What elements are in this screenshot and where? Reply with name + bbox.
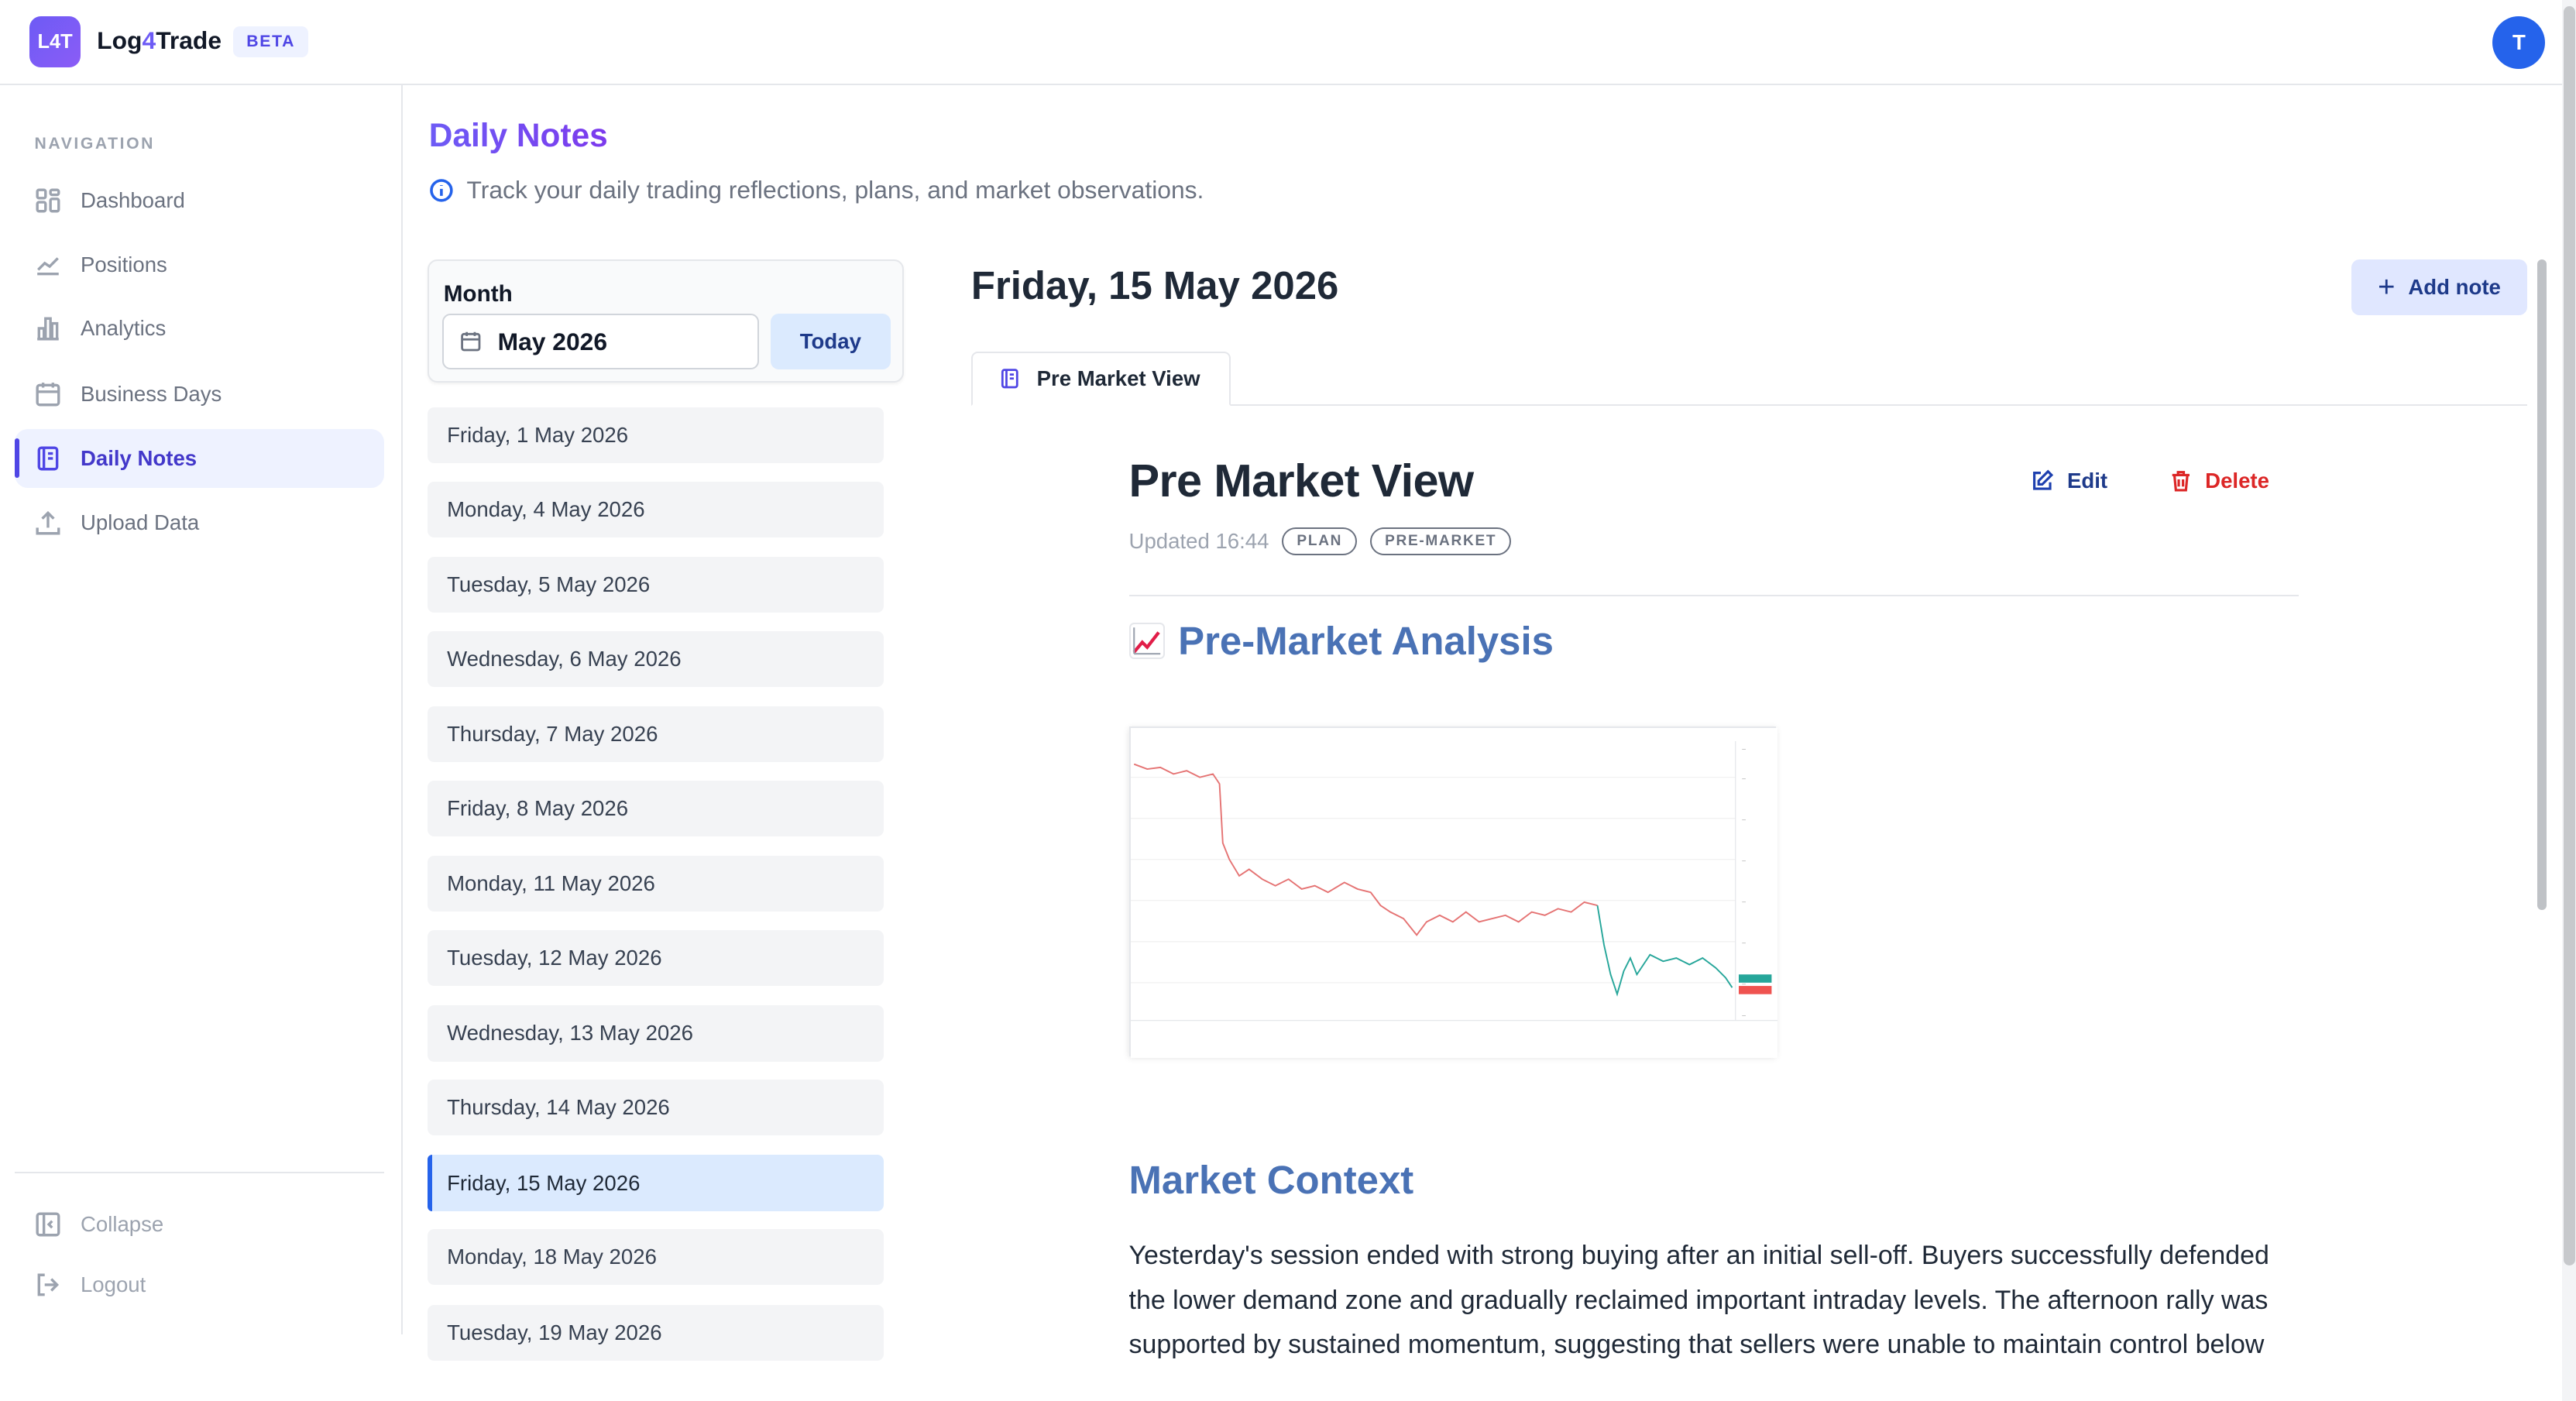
brand-name[interactable]: Log4Trade [97, 26, 222, 55]
tag-plan: PLAN [1282, 527, 1358, 556]
brand-four: 4 [142, 26, 156, 54]
tab-pre-market-view[interactable]: Pre Market View [970, 352, 1231, 407]
svg-text:–: – [1742, 774, 1746, 782]
logout-button[interactable]: Logout [15, 1255, 384, 1314]
edit-button[interactable]: Edit [2031, 469, 2107, 493]
plus-icon: + [2378, 270, 2396, 304]
sidebar-item-business-days[interactable]: Business Days [15, 365, 384, 424]
bar-chart-icon [36, 317, 59, 341]
top-bar: L4T Log4Trade BETA T [0, 0, 2576, 86]
svg-text:–: – [1742, 939, 1746, 946]
today-button[interactable]: Today [770, 314, 891, 370]
sidebar-item-dashboard[interactable]: Dashboard [15, 171, 384, 230]
user-avatar[interactable]: T [2492, 16, 2546, 70]
page-subtitle-text: Track your daily trading reflections, pl… [466, 176, 1204, 204]
month-picker-card: Month May 2026 Today [427, 259, 904, 383]
sidebar-item-label: Daily Notes [80, 445, 197, 470]
sidebar-item-analytics[interactable]: Analytics [15, 299, 384, 358]
note-body-text: Yesterday's session ended with strong bu… [1128, 1241, 2269, 1359]
calendar-icon [460, 332, 481, 352]
sidebar-item-daily-notes[interactable]: Daily Notes [15, 428, 385, 489]
calendar-icon [36, 383, 60, 407]
sidebar: NAVIGATION Dashboard Positions Analytics… [0, 85, 403, 1334]
tag-pre-market: PRE-MARKET [1370, 527, 1512, 556]
collapse-label: Collapse [80, 1211, 164, 1236]
heading-market-context: Market Context [1129, 1157, 1414, 1203]
month-label: Month [443, 280, 513, 307]
svg-text:–: – [1742, 816, 1746, 823]
date-item[interactable]: Tuesday, 19 May 2026 [427, 1304, 884, 1361]
add-note-button[interactable]: + Add note [2351, 259, 2527, 316]
upload-icon [36, 510, 60, 535]
sidebar-item-positions[interactable]: Positions [15, 235, 384, 294]
notebook-icon [37, 446, 58, 471]
heading-text: Market Context [1128, 1157, 1414, 1202]
line-chart-icon [36, 256, 59, 275]
date-item[interactable]: Friday, 8 May 2026 [427, 780, 884, 836]
svg-text:–: – [1742, 898, 1746, 905]
logout-icon [37, 1273, 59, 1296]
date-item[interactable]: Tuesday, 12 May 2026 [427, 929, 884, 986]
trash-icon [2172, 470, 2190, 492]
page-title: Daily Notes [428, 116, 608, 153]
sidebar-item-label: Upload Data [80, 510, 200, 534]
sidebar-item-label: Analytics [80, 316, 167, 341]
month-input[interactable]: May 2026 [441, 314, 760, 370]
scrollbar-thumb[interactable] [2537, 259, 2547, 911]
heading-pre-market-analysis: Pre-Market Analysis [1128, 618, 1554, 664]
edit-icon [2033, 469, 2054, 490]
beta-badge: BETA [233, 26, 309, 58]
dashboard-icon [36, 188, 60, 213]
date-item[interactable]: Monday, 4 May 2026 [427, 481, 884, 537]
price-chart-image: ––– ––– –– [1130, 727, 1778, 1059]
day-title: Friday, 15 May 2026 [970, 263, 1339, 308]
svg-text:–: – [1742, 857, 1746, 864]
info-icon [429, 178, 453, 202]
delete-button[interactable]: Delete [2169, 469, 2269, 493]
date-item[interactable]: Thursday, 14 May 2026 [427, 1079, 884, 1136]
sidebar-divider [15, 1171, 385, 1173]
brand-suffix: Trade [156, 26, 222, 54]
date-item[interactable]: Monday, 18 May 2026 [427, 1228, 884, 1286]
edit-label: Edit [2066, 468, 2108, 493]
page-subtitle: Track your daily trading reflections, pl… [429, 176, 1204, 204]
scrollbar-thumb[interactable] [2563, 6, 2575, 1265]
page-scrollbar[interactable] [2561, 0, 2576, 1401]
delete-label: Delete [2205, 468, 2269, 493]
sidebar-item-label: Dashboard [80, 187, 185, 212]
sidebar-item-upload-data[interactable]: Upload Data [15, 493, 384, 551]
updated-text: Updated 16:44 [1128, 529, 1269, 554]
note-meta: Updated 16:44 PLAN PRE-MARKET [1128, 527, 1512, 556]
svg-text:–: – [1742, 744, 1746, 752]
collapse-icon [36, 1212, 60, 1237]
note-title: Pre Market View [1128, 454, 1475, 506]
date-item[interactable]: Monday, 11 May 2026 [427, 856, 884, 912]
note-divider [1128, 595, 2300, 597]
collapse-button[interactable]: Collapse [15, 1194, 384, 1253]
date-item-selected[interactable]: Friday, 15 May 2026 [427, 1155, 884, 1211]
brand-prefix: Log [97, 26, 143, 54]
date-item[interactable]: Wednesday, 6 May 2026 [427, 630, 884, 687]
date-item[interactable]: Thursday, 7 May 2026 [427, 706, 884, 763]
sidebar-item-label: Positions [80, 252, 167, 276]
notebook-icon [1001, 369, 1018, 389]
svg-text:–: – [1742, 1011, 1746, 1018]
app-logo[interactable]: L4T [29, 16, 81, 67]
chart-screenshot-image[interactable]: – – – – – – – – [1128, 726, 1778, 1059]
note-panel-scrollbar[interactable] [2536, 259, 2547, 917]
add-note-label: Add note [2408, 275, 2501, 300]
heading-text: Pre-Market Analysis [1178, 618, 1554, 663]
chart-increasing-icon [1128, 622, 1166, 659]
logout-label: Logout [80, 1272, 146, 1297]
date-item[interactable]: Wednesday, 13 May 2026 [427, 1005, 884, 1062]
month-value: May 2026 [497, 327, 608, 355]
nav-heading: NAVIGATION [34, 134, 155, 153]
date-item[interactable]: Friday, 1 May 2026 [427, 407, 884, 464]
tab-label: Pre Market View [1036, 366, 1200, 391]
date-item[interactable]: Tuesday, 5 May 2026 [427, 557, 884, 613]
sidebar-item-label: Business Days [80, 382, 222, 407]
